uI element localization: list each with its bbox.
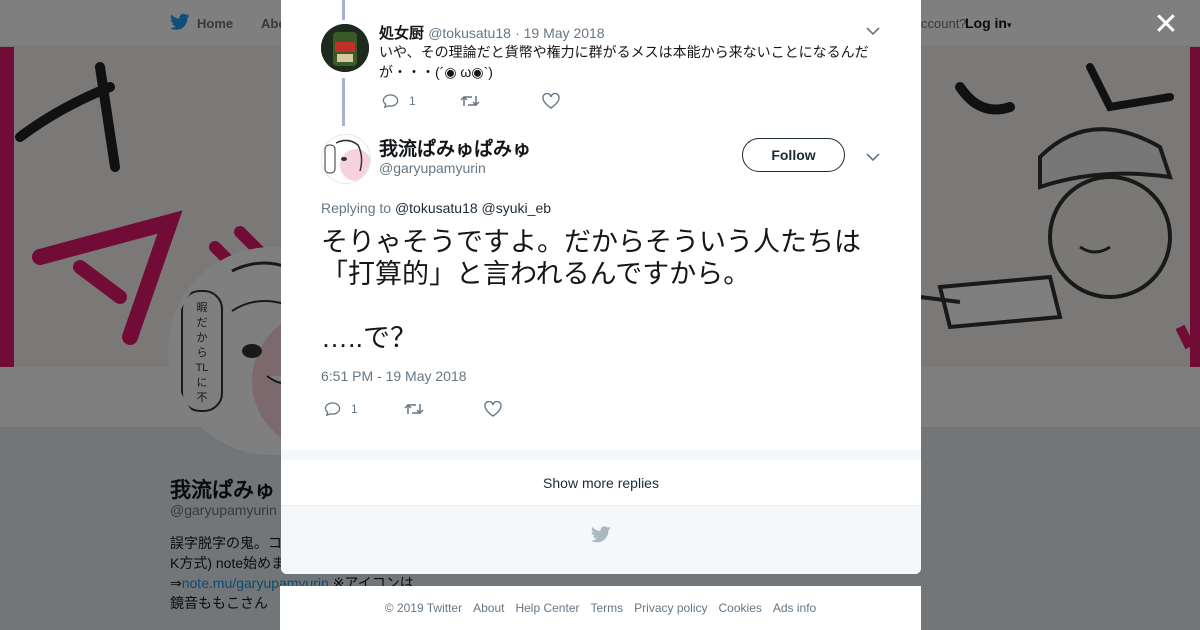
reply-icon bbox=[382, 94, 399, 109]
footer-link-terms[interactable]: Terms bbox=[590, 601, 623, 615]
tweet-permalink-modal: 処女厨 @tokusatu18 · 19 May 2018 いや、その理論だと貨… bbox=[281, 0, 921, 574]
like-icon bbox=[542, 93, 560, 109]
tweet-header: 処女厨 @tokusatu18 · 19 May 2018 bbox=[379, 22, 605, 43]
like-button[interactable] bbox=[484, 401, 502, 417]
tweet-timestamp[interactable]: 6:51 PM - 19 May 2018 bbox=[321, 368, 467, 384]
chevron-down-icon[interactable] bbox=[866, 26, 880, 36]
author-name[interactable]: 我流ぱみゅぱみゅ bbox=[379, 134, 531, 161]
tweet-actions: 1 bbox=[382, 93, 560, 109]
mention-link[interactable]: @tokusatu18 bbox=[395, 200, 478, 216]
modal-footer bbox=[281, 506, 921, 574]
avatar-image bbox=[322, 135, 370, 183]
footer-link-ads-info[interactable]: Ads info bbox=[773, 601, 816, 615]
reply-count: 1 bbox=[409, 94, 416, 108]
chevron-down-icon[interactable] bbox=[866, 152, 880, 162]
retweet-icon bbox=[460, 95, 480, 107]
reply-icon bbox=[324, 402, 341, 417]
author-name[interactable]: 処女厨 bbox=[379, 25, 424, 42]
close-icon[interactable]: ✕ bbox=[1150, 10, 1182, 42]
reply-button[interactable]: 1 bbox=[324, 401, 404, 417]
date-separator: · bbox=[515, 25, 524, 41]
retweet-icon bbox=[404, 403, 424, 415]
replying-to: Replying to @tokusatu18 @syuki_eb bbox=[321, 200, 551, 216]
retweet-button[interactable] bbox=[460, 94, 542, 108]
avatar[interactable] bbox=[321, 24, 369, 72]
tweet-text: そりゃそうですよ。だからそういう人たちは「打算的」と言われるんですから。 bbox=[321, 227, 861, 289]
footer-link-privacy[interactable]: Privacy policy bbox=[634, 601, 707, 615]
reply-button[interactable]: 1 bbox=[382, 93, 460, 109]
tweet-date[interactable]: 19 May 2018 bbox=[524, 25, 605, 41]
thread-connector bbox=[342, 0, 345, 20]
replying-to-label: Replying to bbox=[321, 200, 392, 216]
show-more-replies-button[interactable]: Show more replies bbox=[281, 460, 921, 506]
footer-link-about[interactable]: About bbox=[473, 601, 504, 615]
retweet-button[interactable] bbox=[404, 402, 484, 416]
tweet-text-continued: …..で？ bbox=[321, 323, 418, 353]
section-divider bbox=[281, 450, 921, 460]
author-handle[interactable]: @garyupamyurin bbox=[379, 160, 486, 176]
author-handle[interactable]: @tokusatu18 bbox=[428, 25, 511, 41]
twitter-bird-icon bbox=[591, 526, 611, 543]
avatar[interactable] bbox=[321, 134, 371, 184]
thread-connector bbox=[342, 78, 345, 126]
tweet-actions: 1 bbox=[324, 401, 502, 417]
footer-copyright: © 2019 Twitter bbox=[384, 601, 463, 615]
reply-count: 1 bbox=[351, 402, 358, 416]
footer-link-cookies[interactable]: Cookies bbox=[719, 601, 762, 615]
like-icon bbox=[484, 401, 502, 417]
mention-link[interactable]: @syuki_eb bbox=[482, 200, 551, 216]
avatar-image bbox=[321, 24, 369, 72]
follow-button[interactable]: Follow bbox=[742, 138, 845, 172]
page-footer: © 2019 Twitter About Help Center Terms P… bbox=[280, 586, 921, 630]
footer-link-help-center[interactable]: Help Center bbox=[515, 601, 579, 615]
tweet-text: いや、その理論だと貨幣や権力に群がるメスは本能から来ないことになるんだが・・・(… bbox=[379, 44, 869, 80]
like-button[interactable] bbox=[542, 93, 560, 109]
